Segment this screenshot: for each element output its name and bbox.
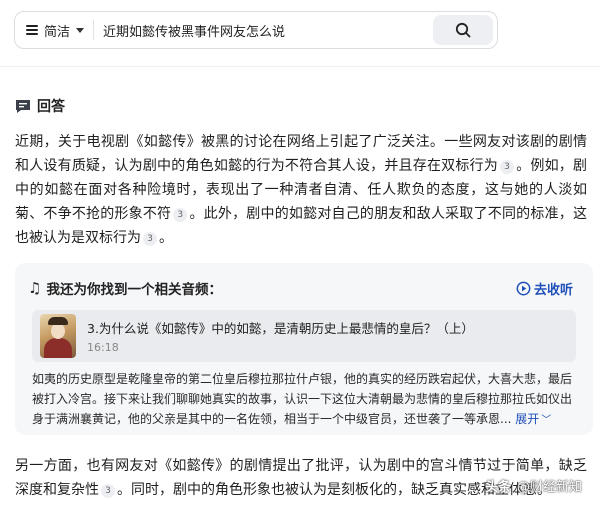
search-button[interactable] (433, 15, 493, 45)
audio-cover-thumbnail (40, 314, 76, 358)
watermark-brand: 头条 (484, 480, 511, 495)
listen-button[interactable]: 去收听 (516, 279, 573, 298)
citation-badge[interactable]: 3 (173, 208, 188, 222)
track-title: 3.为什么说《如懿传》中的如懿，是清朝历史上最悲情的皇后？（上） (87, 321, 474, 336)
related-audio-card: ♫ 我还为你找到一个相关音频： 去收听 3.为什么说《如懿传》中的如懿，是清朝历… (15, 263, 593, 435)
answer-header: 回答 (15, 96, 65, 116)
track-duration: 16:18 (87, 341, 119, 354)
music-note-icon: ♫ (28, 278, 42, 297)
citation-badge[interactable]: 3 (499, 160, 514, 174)
answer-title: 回答 (37, 99, 65, 115)
watermark: 头条 @财经新知 (485, 476, 582, 495)
mode-label: 简洁 (44, 24, 71, 40)
search-bar: 简洁 近期如懿传被黑事件网友怎么说 (14, 11, 498, 49)
divider (93, 20, 95, 40)
expand-label: 展开 (515, 412, 540, 426)
caret-down-icon (76, 27, 85, 33)
audio-card-header: ♫ 我还为你找到一个相关音频： (28, 278, 222, 298)
header-divider (0, 66, 600, 67)
play-circle-icon (516, 281, 531, 296)
watermark-account: @财经新知 (516, 480, 582, 495)
mode-dropdown[interactable]: 简洁 (15, 12, 85, 48)
audio-track-item[interactable]: 3.为什么说《如懿传》中的如懿，是清朝历史上最悲情的皇后？（上） 16:18 (32, 310, 576, 362)
menu-icon (26, 25, 38, 35)
citation-badge[interactable]: 3 (101, 484, 115, 498)
citation-badge[interactable]: 3 (143, 232, 157, 246)
answer-paragraph-1: 近期，关于电视剧《如懿传》被黑的讨论在网络上引起了广泛关注。一些网友对该剧的剧情… (15, 130, 587, 250)
audio-summary-text: 如夷的历史原型是乾隆皇帝的第二位皇后穆拉那拉什卢银，他的真实的经历跌宕起伏，大喜… (32, 372, 573, 426)
chat-bubble-icon (16, 99, 30, 113)
search-icon (455, 22, 471, 38)
search-input[interactable]: 近期如懿传被黑事件网友怎么说 (103, 21, 433, 40)
listen-label: 去收听 (533, 283, 573, 298)
audio-summary: 如夷的历史原型是乾隆皇帝的第二位皇后穆拉那拉什卢银，他的真实的经历跌宕起伏，大喜… (32, 369, 578, 431)
expand-link[interactable]: 展开 ﹀ (515, 412, 551, 426)
chevron-down-icon: ﹀ (541, 415, 552, 426)
audio-heading: 我还为你找到一个相关音频： (46, 282, 222, 298)
answer-text-run: 。 (159, 230, 173, 246)
